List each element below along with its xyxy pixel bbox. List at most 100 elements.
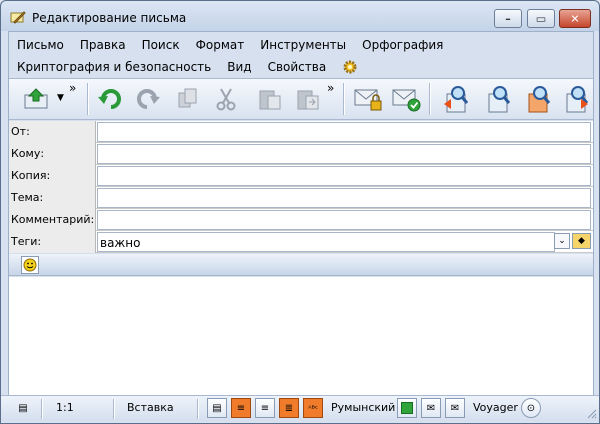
send-button[interactable] <box>21 84 51 114</box>
paste-special-icon <box>297 90 319 110</box>
tag-button[interactable]: ◆ <box>572 233 591 249</box>
menu-spelling[interactable]: Орфография <box>362 38 443 52</box>
paste-icon <box>259 90 281 110</box>
cc-field[interactable] <box>97 166 591 186</box>
find-prev-button[interactable] <box>441 84 471 114</box>
menu-crypto[interactable]: Криптография и безопасность <box>17 60 211 74</box>
undo-icon <box>98 89 121 109</box>
toolbar-separator <box>429 83 431 115</box>
subject-label: Тема: <box>9 187 96 209</box>
comment-row: Комментарий: <box>9 209 593 231</box>
wrap-icon: ≡ <box>236 402 246 414</box>
smiley-icon <box>23 258 37 272</box>
menu-bar-row-1: Письмо Правка Поиск Формат Инструменты О… <box>17 35 459 55</box>
format-icon: ≣ <box>284 402 294 414</box>
format-button[interactable]: ≣ <box>279 398 299 418</box>
menu-view[interactable]: Вид <box>227 60 251 74</box>
document-icon: ▤ <box>18 402 28 414</box>
cut-icon <box>216 88 236 111</box>
green-square-icon <box>401 402 413 414</box>
status-separator <box>41 399 43 419</box>
toolbar-overflow-2[interactable]: » <box>327 81 334 95</box>
cc-row: Копия: <box>9 165 593 187</box>
subject-row: Тема: <box>9 187 593 209</box>
find-highlight-icon <box>528 86 551 113</box>
paste-button[interactable] <box>255 84 285 114</box>
comment-field[interactable] <box>97 210 591 230</box>
spellcheck-icon: ᴬᴮᶜ <box>308 403 318 413</box>
find-highlight-button[interactable] <box>523 84 553 114</box>
align-icon: ≡ <box>260 402 270 414</box>
send-menu-arrow-icon[interactable]: ▼ <box>57 93 64 103</box>
chevron-down-icon: ⌄ <box>558 236 566 246</box>
menu-letter[interactable]: Письмо <box>17 38 64 52</box>
plain-text-button[interactable]: ▤ <box>207 398 227 418</box>
comment-label: Комментарий: <box>9 209 96 231</box>
sign-icon <box>392 89 421 112</box>
mail-editor-window: Редактирование письма – ▭ ✕ Письмо Правк… <box>0 0 600 424</box>
gear-icon[interactable] <box>342 59 358 75</box>
spellcheck-button[interactable]: ᴬᴮᶜ <box>303 398 323 418</box>
find-button[interactable] <box>483 84 513 114</box>
minimize-button[interactable]: – <box>494 9 522 28</box>
green-status-button[interactable] <box>397 398 417 418</box>
tags-row: Теги: важно ⌄ ◆ <box>9 231 593 253</box>
insert-mode[interactable]: Вставка <box>127 401 174 414</box>
mail-check-button[interactable]: ✉ <box>421 398 441 418</box>
emoticon-button[interactable] <box>21 256 39 274</box>
cursor-position: 1:1 <box>56 401 74 414</box>
status-separator <box>113 399 115 419</box>
status-bar: ▤ 1:1 Вставка ▤ ≡ ≡ ≣ ᴬᴮᶜ Румынский ✉ ✉ … <box>1 395 599 421</box>
resize-grip-icon[interactable] <box>585 407 597 419</box>
undo-button[interactable] <box>95 84 125 114</box>
menu-edit[interactable]: Правка <box>80 38 126 52</box>
to-field[interactable] <box>97 144 591 164</box>
wrap-lines-button[interactable]: ≡ <box>231 398 251 418</box>
close-icon: ✕ <box>570 12 580 25</box>
to-row: Кому: <box>9 143 593 165</box>
copy-button[interactable] <box>173 84 203 114</box>
redo-icon <box>137 89 160 109</box>
send-icon <box>24 88 48 109</box>
minimize-icon: – <box>505 12 511 25</box>
window-title: Редактирование письма <box>32 11 187 25</box>
envelope-check-icon: ✉ <box>426 402 436 414</box>
find-next-icon <box>566 86 589 113</box>
mail-flag-button[interactable]: ✉ <box>445 398 465 418</box>
sign-button[interactable] <box>391 84 421 114</box>
encrypt-button[interactable] <box>353 84 383 114</box>
paste-special-button[interactable] <box>293 84 323 114</box>
redo-button[interactable] <box>133 84 163 114</box>
find-next-button[interactable] <box>561 84 591 114</box>
message-body-editor[interactable] <box>9 277 593 395</box>
tag-icon: ◆ <box>578 236 585 246</box>
menu-tools[interactable]: Инструменты <box>260 38 346 52</box>
align-button[interactable]: ≡ <box>255 398 275 418</box>
menu-format[interactable]: Формат <box>196 38 245 52</box>
pencil-letter-icon <box>10 11 26 24</box>
find-prev-icon <box>444 86 469 113</box>
from-field[interactable] <box>97 122 591 142</box>
maximize-icon: ▭ <box>535 12 547 25</box>
status-separator <box>197 399 199 419</box>
title-bar[interactable]: Редактирование письма – ▭ ✕ <box>1 1 599 31</box>
from-row: От: <box>9 121 593 143</box>
from-label: От: <box>9 121 96 143</box>
spelling-language[interactable]: Румынский <box>331 401 395 414</box>
toolbar-separator <box>343 83 345 115</box>
menu-search[interactable]: Поиск <box>142 38 180 52</box>
maximize-button[interactable]: ▭ <box>527 9 555 28</box>
toolbar-overflow-1[interactable]: » <box>69 81 76 95</box>
cut-button[interactable] <box>211 84 241 114</box>
tags-label: Теги: <box>9 231 96 253</box>
encrypt-icon <box>354 89 382 111</box>
subject-field[interactable] <box>97 188 591 208</box>
close-button[interactable]: ✕ <box>559 9 591 28</box>
tags-dropdown-button[interactable]: ⌄ <box>554 233 570 249</box>
menu-properties[interactable]: Свойства <box>268 60 327 74</box>
menu-bar-row-2: Криптография и безопасность Вид Свойства <box>17 57 358 77</box>
toolbar-separator <box>87 83 89 115</box>
find-icon <box>488 86 511 113</box>
tags-field[interactable]: важно <box>97 232 555 252</box>
voyager-button[interactable]: ⊙ <box>521 398 541 418</box>
